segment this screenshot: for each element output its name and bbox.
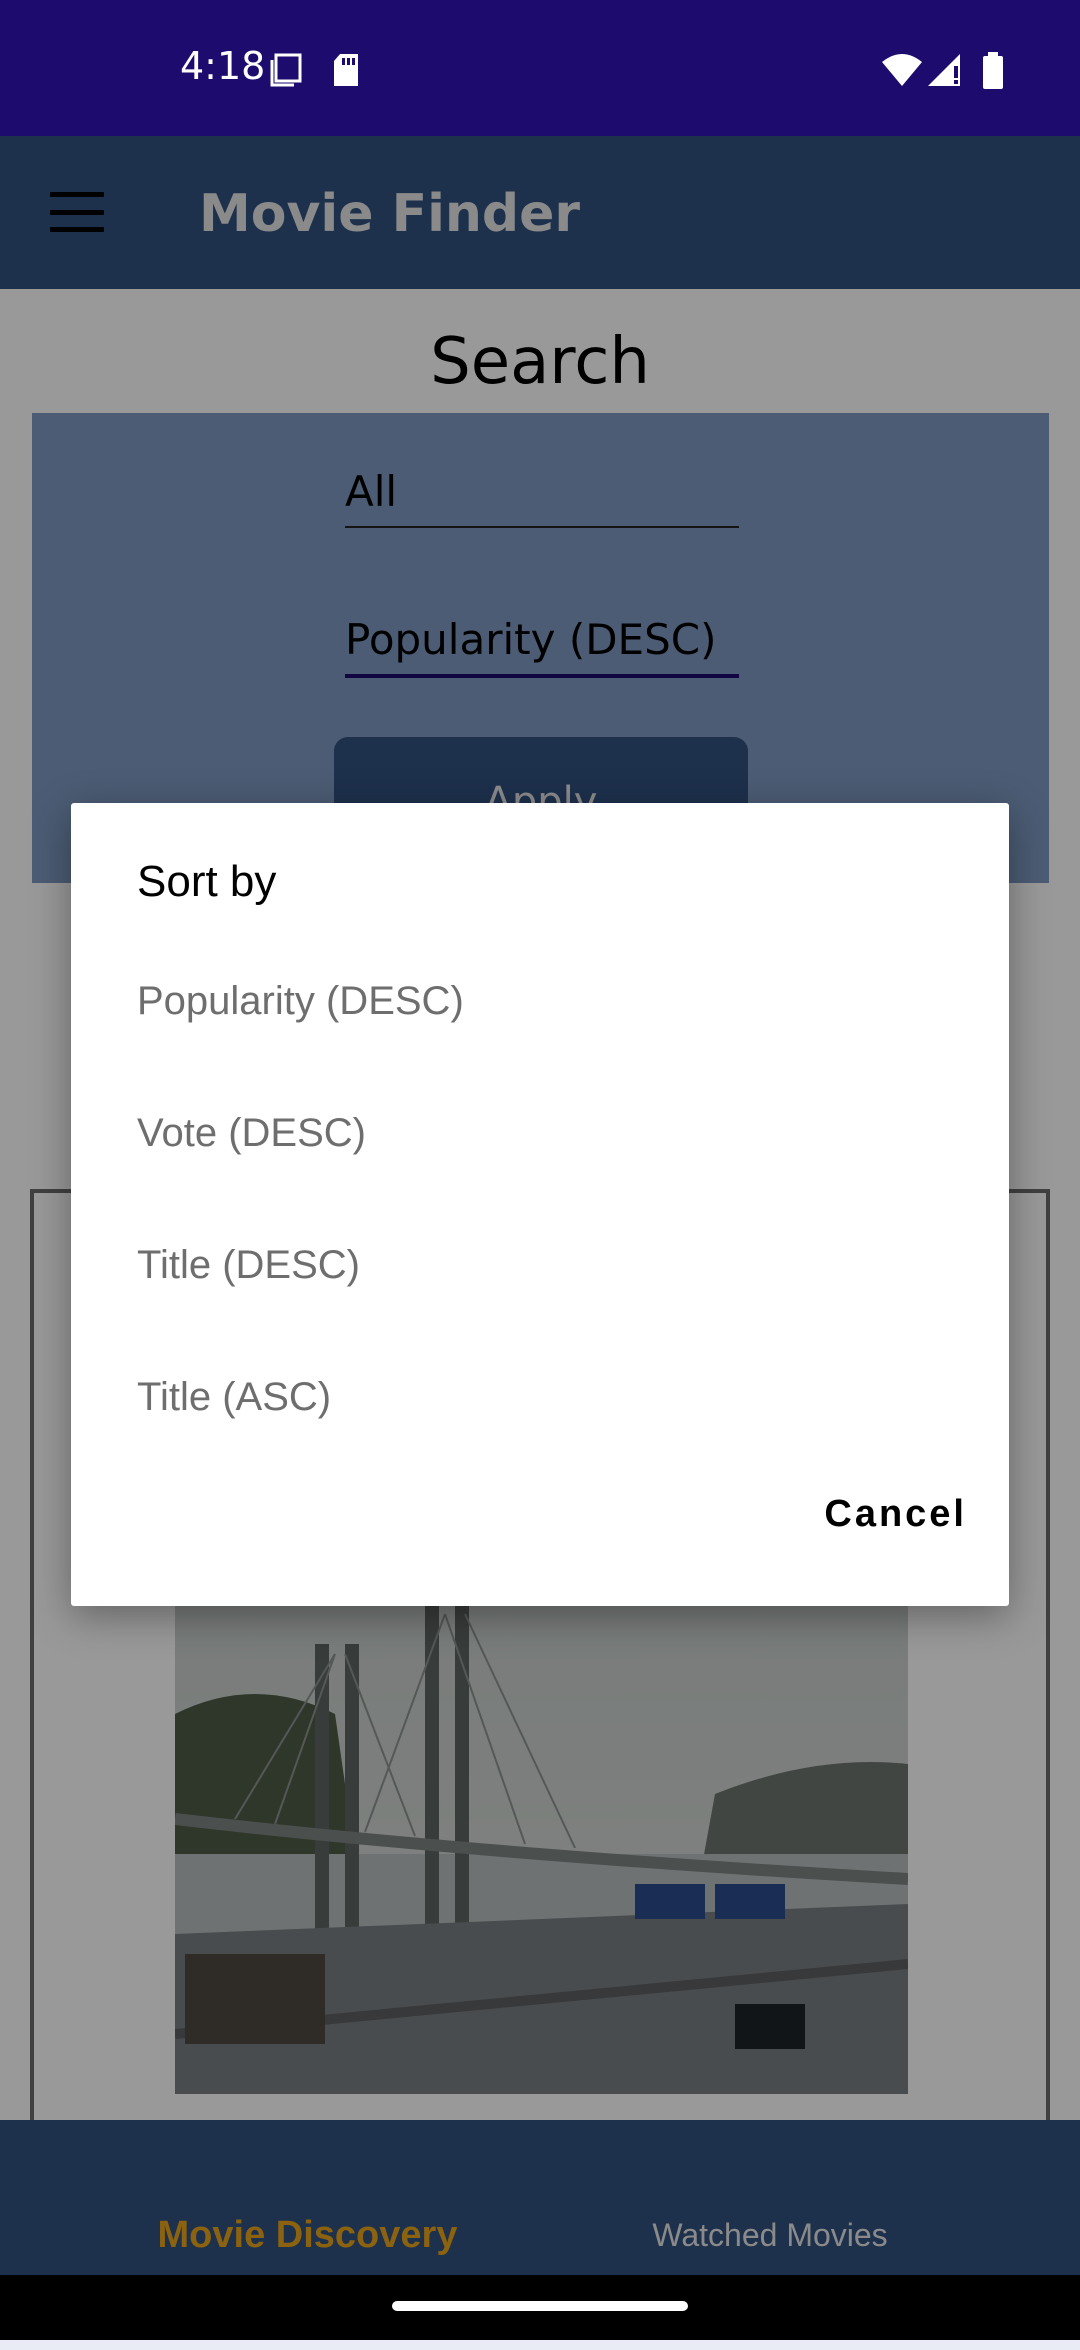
sort-option-popularity-desc[interactable]: Popularity (DESC) <box>137 951 937 1051</box>
sd-card-icon <box>330 52 362 93</box>
battery-icon <box>982 52 1004 95</box>
sort-option-vote-desc[interactable]: Vote (DESC) <box>137 1083 937 1183</box>
status-bar: 4:18 <box>0 0 1080 136</box>
sort-option-title-asc[interactable]: Title (ASC) <box>137 1347 937 1447</box>
dialog-title: Sort by <box>137 857 277 906</box>
home-indicator[interactable] <box>392 2301 688 2311</box>
wifi-icon <box>880 52 924 93</box>
screenshot-icon <box>268 52 304 93</box>
sort-by-dialog: Sort by Popularity (DESC) Vote (DESC) Ti… <box>71 803 1009 1606</box>
status-time: 4:18 <box>180 44 266 88</box>
signal-icon <box>926 52 964 93</box>
sort-option-title-desc[interactable]: Title (DESC) <box>137 1215 937 1315</box>
cancel-button[interactable]: Cancel <box>824 1493 967 1536</box>
